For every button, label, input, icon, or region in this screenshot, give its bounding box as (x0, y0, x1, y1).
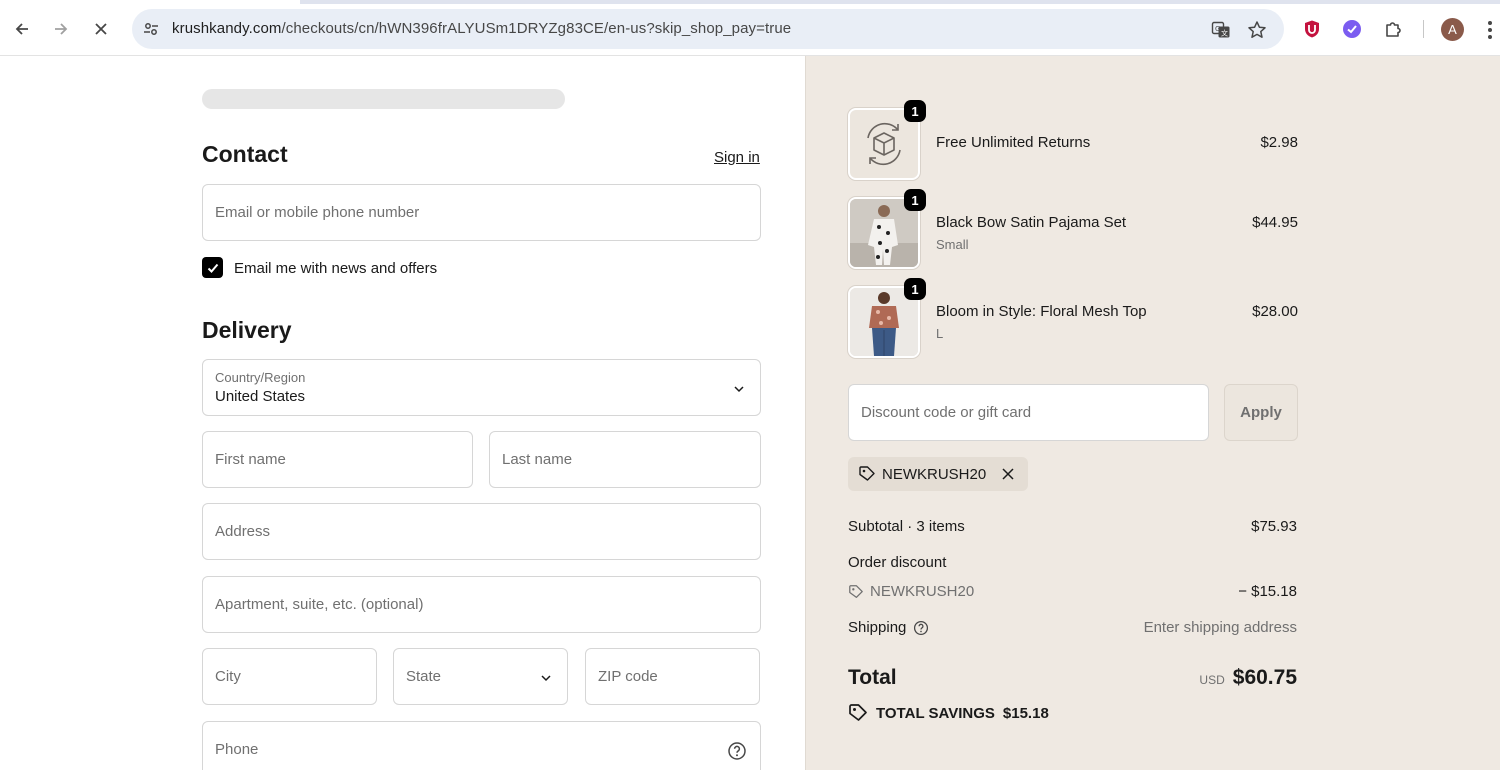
order-discount-code-row: NEWKRUSH20 (848, 583, 974, 600)
toolbar-divider (1423, 20, 1424, 38)
ublock-icon[interactable] (1301, 18, 1323, 40)
order-summary: 1 Free Unlimited Returns $2.98 1 Black B… (805, 56, 1500, 770)
address-placeholder: Address (215, 523, 271, 540)
subtotal-value: $75.93 (1251, 518, 1297, 535)
translate-icon[interactable]: G文 (1210, 19, 1232, 41)
total-amount: $60.75 (1232, 666, 1297, 689)
help-icon[interactable] (913, 620, 929, 636)
order-discount-label: Order discount (848, 554, 947, 571)
savings-tag-icon (849, 704, 867, 721)
discount-code-input[interactable]: Discount code or gift card (848, 384, 1209, 441)
back-icon[interactable] (9, 16, 35, 42)
item-name: Black Bow Satin Pajama Set (936, 214, 1127, 231)
last-name-field[interactable]: Last name (489, 431, 761, 488)
apartment-field[interactable]: Apartment, suite, etc. (optional) (202, 576, 761, 633)
puzzle-icon[interactable] (1382, 18, 1404, 40)
svg-text:文: 文 (1221, 29, 1228, 38)
item-price: $2.98 (1260, 134, 1298, 151)
discount-placeholder: Discount code or gift card (861, 404, 1032, 421)
city-placeholder: City (215, 668, 241, 685)
total-label: Total (848, 666, 897, 689)
product-thumbnail: 1 (848, 189, 926, 269)
total-amount-row: USD $60.75 (1199, 666, 1297, 690)
subtotal-label: Subtotal · 3 items (848, 518, 965, 535)
country-label: Country/Region (215, 370, 306, 385)
checkout-form: Contact Sign in Email or mobile phone nu… (0, 56, 805, 770)
first-name-placeholder: First name (215, 451, 286, 468)
apartment-placeholder: Apartment, suite, etc. (optional) (215, 596, 424, 613)
url-path: /checkouts/cn/hWN396frALYUSm1DRYZg83CE/e… (281, 20, 792, 37)
forward-icon[interactable] (48, 16, 74, 42)
extension-icon[interactable] (1341, 18, 1363, 40)
checkmark-icon (207, 263, 218, 273)
menu-icon[interactable] (1482, 18, 1498, 42)
stop-icon[interactable] (88, 16, 114, 42)
line-item: 1 Free Unlimited Returns $2.98 (848, 100, 1298, 180)
chevron-down-icon (734, 386, 744, 393)
shipping-label: Shipping (848, 619, 907, 636)
last-name-placeholder: Last name (502, 451, 573, 468)
remove-code-icon[interactable] (1000, 466, 1016, 482)
item-name: Bloom in Style: Floral Mesh Top (936, 303, 1147, 320)
returns-box-icon (867, 122, 901, 166)
savings-value: $15.18 (1002, 704, 1049, 722)
shipping-value: Enter shipping address (1143, 619, 1297, 636)
order-discount-value: − $15.18 (1238, 583, 1297, 600)
zip-placeholder: ZIP code (598, 668, 658, 685)
url-text[interactable]: krushkandy.com/checkouts/cn/hWN396frALYU… (172, 20, 791, 37)
email-placeholder: Email or mobile phone number (215, 204, 420, 221)
applied-code-text: NEWKRUSH20 (882, 465, 987, 483)
sign-in-link[interactable]: Sign in (714, 149, 760, 166)
item-name: Free Unlimited Returns (936, 134, 1091, 151)
zip-field[interactable]: ZIP code (585, 648, 760, 705)
newsletter-checkbox[interactable] (202, 257, 223, 278)
savings-label: TOTAL SAVINGS (876, 704, 995, 722)
newsletter-label: Email me with news and offers (234, 260, 438, 277)
email-field[interactable]: Email or mobile phone number (202, 184, 761, 241)
browser-toolbar: krushkandy.com/checkouts/cn/hWN396frALYU… (0, 0, 1500, 56)
item-price: $44.95 (1252, 214, 1298, 231)
bookmark-star-icon[interactable] (1246, 19, 1268, 41)
city-field[interactable]: City (202, 648, 377, 705)
chevron-down-icon (541, 675, 551, 682)
quantity-badge: 1 (904, 100, 926, 122)
product-thumbnail: 1 (848, 278, 926, 358)
address-field[interactable]: Address (202, 503, 761, 560)
applied-code-chip: NEWKRUSH20 (848, 457, 1029, 491)
phone-field[interactable]: Phone (202, 721, 761, 770)
state-placeholder: State (406, 668, 442, 685)
phone-placeholder: Phone (215, 741, 259, 758)
active-tab[interactable] (0, 0, 300, 4)
site-info-icon[interactable] (140, 18, 162, 40)
svg-text:G: G (1215, 25, 1220, 33)
shipping-row: Shipping (848, 619, 929, 636)
total-savings-row: TOTAL SAVINGS $15.18 (848, 703, 1049, 723)
total-currency: USD (1199, 673, 1225, 687)
line-item: 1 Black Bow Satin Pajama Set Small $44.9… (848, 189, 1298, 269)
country-select[interactable]: Country/Region United States (202, 359, 761, 416)
quantity-badge: 1 (904, 278, 926, 300)
quantity-badge: 1 (904, 189, 926, 211)
country-value: United States (215, 388, 306, 405)
tag-icon (849, 584, 863, 598)
first-name-field[interactable]: First name (202, 431, 473, 488)
line-item: 1 Bloom in Style: Floral Mesh Top L $28.… (848, 278, 1298, 358)
delivery-heading: Delivery (202, 317, 292, 343)
apply-discount-button[interactable]: Apply (1224, 384, 1298, 441)
address-bar[interactable]: krushkandy.com/checkouts/cn/hWN396frALYU… (132, 9, 1284, 49)
state-select[interactable]: State (393, 648, 568, 705)
contact-heading: Contact (202, 141, 288, 167)
tab-strip (0, 0, 1500, 4)
product-thumbnail: 1 (848, 100, 926, 180)
loading-skeleton (202, 89, 565, 109)
tag-icon (859, 466, 875, 481)
item-price: $28.00 (1252, 303, 1298, 320)
help-icon[interactable] (727, 741, 747, 761)
item-variant: L (936, 326, 944, 341)
profile-avatar[interactable]: A (1441, 18, 1464, 41)
url-host: krushkandy.com (172, 20, 282, 37)
item-variant: Small (936, 237, 969, 252)
order-discount-code: NEWKRUSH20 (870, 583, 975, 600)
